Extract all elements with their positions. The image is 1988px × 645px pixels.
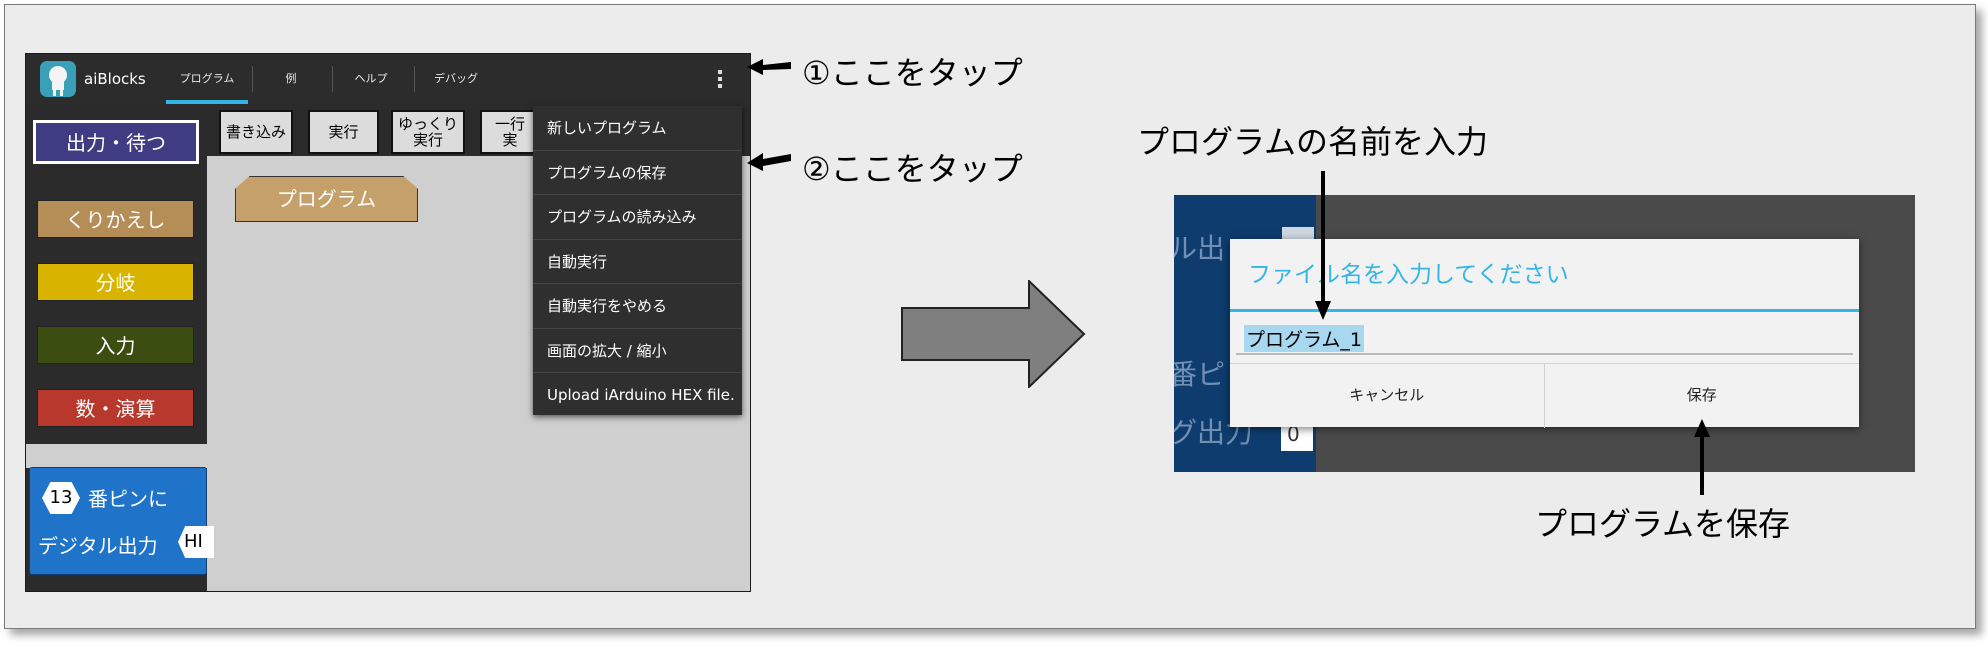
tab-divider (252, 66, 253, 92)
step-run-button[interactable]: 一行 実 (480, 110, 540, 154)
tab-debug[interactable]: デバッグ (421, 54, 491, 104)
tab-divider (332, 66, 333, 92)
run-button[interactable]: 実行 (308, 110, 379, 154)
filename-input-value[interactable]: プログラム_1 (1244, 325, 1365, 352)
down-arrow-icon (1315, 171, 1331, 320)
annotation-enter-name: プログラムの名前を入力 (1137, 123, 1489, 161)
pin-number-slot[interactable]: 13 (42, 482, 80, 514)
tab-program-label: プログラム (179, 72, 235, 85)
led-icon[interactable] (40, 61, 76, 97)
category-loop[interactable]: くりかえし (37, 200, 194, 238)
output-value-slot[interactable]: HI (178, 526, 214, 558)
pointer-arrow-icon (747, 153, 791, 171)
program-block[interactable]: プログラム (235, 176, 418, 222)
tab-program[interactable]: プログラム (166, 54, 248, 104)
background-text: ル出 (1174, 232, 1226, 265)
menu-item-load-program[interactable]: プログラムの読み込み (533, 195, 742, 240)
category-input[interactable]: 入力 (37, 326, 194, 364)
aiblocks-app-screenshot: aiBlocks プログラム 例 ヘルプ デバッグ 出力・待つ くりかえし 分岐… (25, 53, 751, 592)
menu-item-stop-auto-run[interactable]: 自動実行をやめる (533, 284, 742, 329)
overflow-menu-icon[interactable] (716, 70, 724, 90)
tab-help[interactable]: ヘルプ (336, 54, 406, 104)
category-math[interactable]: 数・演算 (37, 389, 194, 427)
overflow-menu: 新しいプログラム プログラムの保存 プログラムの読み込み 自動実行 自動実行をや… (533, 106, 742, 415)
up-arrow-icon (1694, 419, 1710, 495)
cancel-button[interactable]: キャンセル (1230, 364, 1545, 428)
digital-output-block[interactable]: 13 番ピンに デジタル出力 HI (29, 467, 214, 575)
action-bar: aiBlocks プログラム 例 ヘルプ デバッグ (26, 54, 750, 104)
tab-divider (414, 66, 415, 92)
annotation-save-program: プログラムを保存 (1535, 505, 1791, 543)
dialog-title: ファイル名を入力してください (1248, 262, 1569, 288)
app-title: aiBlocks (84, 70, 146, 88)
annotation-tap-save: ②ここをタップ (802, 150, 1023, 188)
tab-example[interactable]: 例 (256, 54, 326, 104)
block-text-digital-output: デジタル出力 (38, 534, 158, 558)
background-text: 番ピ (1174, 358, 1226, 391)
dialog-button-bar: キャンセル 保存 (1230, 363, 1859, 428)
menu-item-upload-hex[interactable]: Upload iArduino HEX file. (533, 373, 742, 418)
category-sidebar: 出力・待つ くりかえし 分岐 入力 数・演算 13 番ピンに デジタル出力 HI (26, 104, 214, 591)
pointer-arrow-icon (747, 59, 791, 75)
menu-item-save-program[interactable]: プログラムの保存 (533, 151, 742, 195)
save-dialog-screenshot: ル出 番ピ グ出力 0 ファイル名を入力してください プログラム_1 キャンセル… (1174, 195, 1915, 472)
palette-divider (26, 444, 207, 468)
write-button[interactable]: 書き込み (219, 110, 293, 154)
block-text-pin: 番ピンに (88, 487, 168, 511)
slow-run-button[interactable]: ゆっくり 実行 (391, 110, 465, 154)
flow-arrow-icon (901, 280, 1086, 388)
filename-input[interactable]: プログラム_1 (1236, 323, 1853, 355)
figure-frame: aiBlocks プログラム 例 ヘルプ デバッグ 出力・待つ くりかえし 分岐… (4, 4, 1976, 629)
menu-item-zoom[interactable]: 画面の拡大 / 縮小 (533, 329, 742, 373)
menu-item-auto-run[interactable]: 自動実行 (533, 240, 742, 284)
annotation-tap-overflow: ①ここをタップ (802, 54, 1023, 92)
menu-item-new-program[interactable]: 新しいプログラム (533, 106, 742, 151)
category-branch[interactable]: 分岐 (37, 263, 194, 301)
category-output-wait[interactable]: 出力・待つ (33, 120, 199, 164)
